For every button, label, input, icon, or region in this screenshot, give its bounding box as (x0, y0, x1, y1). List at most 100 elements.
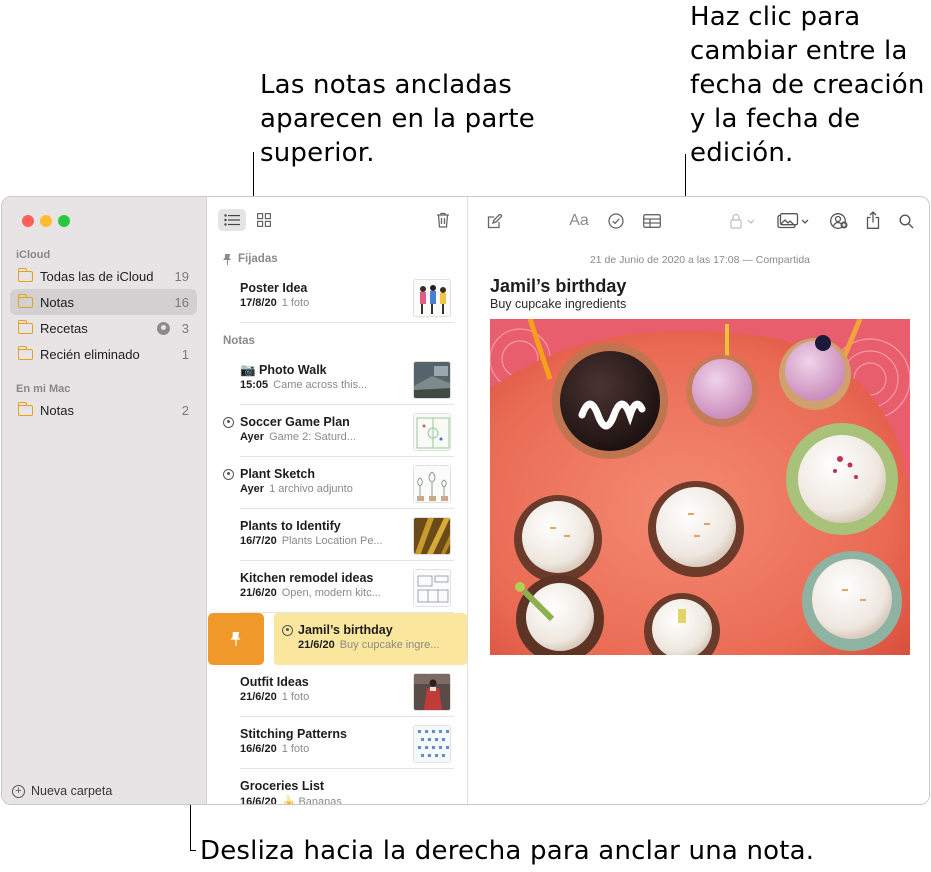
note-title: Outfit Ideas (240, 675, 309, 689)
note-preview: 1 archivo adjunto (269, 483, 353, 495)
note-thumbnail-kitchen (413, 569, 451, 607)
note-date: 16/7/20 (240, 535, 277, 547)
note-date: 16/6/20 (240, 796, 277, 805)
folder-icon (17, 293, 33, 308)
checkmark-circle-icon (608, 213, 624, 229)
note-row-photo-walk[interactable]: 📷 Photo Walk 15:05 Came across this... (208, 353, 468, 405)
note-title: Kitchen remodel ideas (240, 571, 374, 585)
folder-icon (17, 401, 33, 416)
note-row-stitching-patterns[interactable]: Stitching Patterns 16/6/20 1 foto (208, 717, 468, 769)
note-meta: 21/6/20 1 foto (240, 691, 309, 703)
sidebar-item-recetas[interactable]: Recetas 3 (10, 315, 197, 341)
list-view-button[interactable] (218, 209, 246, 231)
note-row-plant-sketch[interactable]: Plant Sketch Ayer 1 archivo adjunto (208, 457, 468, 509)
lock-note-button[interactable] (729, 212, 759, 230)
new-folder-label: Nueva carpeta (31, 784, 113, 798)
cupcake-raspberry (786, 423, 898, 535)
note-preview: Game 2: Saturd... (269, 431, 356, 443)
note-body-text[interactable]: Buy cupcake ingredients (490, 297, 626, 311)
shared-folder-icon (17, 319, 33, 334)
note-date: Ayer (240, 431, 265, 443)
folder-icon (17, 267, 33, 282)
note-title: Groceries List (240, 779, 325, 793)
pin-note-swipe-action[interactable] (208, 613, 264, 665)
search-button[interactable] (897, 212, 915, 230)
note-row-outfit-ideas[interactable]: Outfit Ideas 21/6/20 1 foto (208, 665, 468, 717)
callout-pinned-notes: Las notas ancladas aparecen en la parte … (260, 70, 535, 168)
compose-button[interactable] (485, 212, 503, 230)
format-button[interactable]: Aa (568, 211, 590, 231)
kitchen-plan-sketch (414, 570, 450, 606)
note-date: 21/6/20 (240, 691, 277, 703)
new-folder-button[interactable]: + Nueva carpeta (12, 784, 112, 798)
note-title: Poster Idea (240, 281, 308, 295)
note-title: Jamil’s birthday (298, 623, 393, 637)
note-date: 21/6/20 (240, 587, 277, 599)
sidebar-item-recently-deleted[interactable]: Recién eliminado 1 (10, 341, 197, 367)
pinned-section-header: Fijadas (223, 253, 278, 265)
notes-window: iCloud Todas las de iCloud 19 Notas 16 R… (1, 196, 930, 805)
sidebar-item-count: 16 (174, 294, 189, 310)
poster-illustration (414, 280, 450, 316)
sidebar-item-label: Recetas (40, 320, 88, 336)
cupcake-bottom-right (802, 551, 902, 651)
note-row-plants-to-identify[interactable]: Plants to Identify 16/7/20 Plants Locatio… (208, 509, 468, 561)
shared-note-icon (223, 469, 234, 480)
note-row-poster-idea[interactable]: Poster Idea 17/8/20 1 foto (208, 271, 468, 323)
note-row-kitchen-remodel[interactable]: Kitchen remodel ideas 21/6/20 Open, moder… (208, 561, 468, 613)
delete-button[interactable] (434, 211, 452, 229)
note-title: Soccer Game Plan (240, 415, 350, 429)
cupcake-center (648, 481, 744, 577)
sidebar-section-on-mac: En mi Mac (16, 383, 71, 395)
close-window-button[interactable] (22, 215, 34, 227)
note-date: 16/6/20 (240, 743, 277, 755)
share-icon (866, 211, 880, 229)
media-button[interactable] (776, 211, 812, 231)
trash-icon (437, 212, 449, 228)
cupcakes-photo (490, 319, 910, 655)
note-editor: Aa 21 de Junio de 2020 a las 17:08 — Com… (469, 197, 929, 804)
note-date: 21/6/20 (298, 639, 335, 651)
note-preview: Came across this... (273, 379, 368, 391)
table-button[interactable] (642, 212, 662, 230)
gallery-view-button[interactable] (256, 212, 272, 228)
zoom-window-button[interactable] (58, 215, 70, 227)
minimize-window-button[interactable] (40, 215, 52, 227)
pinned-section-label: Fijadas (238, 253, 278, 265)
callout-swipe-to-pin: Desliza hacia la derecha para anclar una… (200, 836, 815, 866)
collaborate-button[interactable] (829, 211, 849, 231)
checklist-button[interactable] (607, 212, 625, 230)
sidebar-item-count: 2 (181, 402, 189, 418)
share-button[interactable] (864, 209, 882, 231)
search-icon (898, 213, 913, 228)
row-divider (240, 322, 454, 323)
note-thumbnail-photo-walk (413, 361, 451, 399)
note-meta: 16/7/20 Plants Location Pe... (240, 535, 383, 547)
note-title: Plants to Identify (240, 519, 341, 533)
stitch-pattern-grid (414, 726, 450, 762)
sidebar-item-notas[interactable]: Notas 16 (10, 289, 197, 315)
sidebar-item-count: 1 (181, 346, 189, 362)
note-row-groceries-list[interactable]: Groceries List 16/6/20 🍌 Bananas (208, 769, 468, 805)
sidebar-item-mac-notas[interactable]: Notas 2 (10, 397, 197, 423)
cupcake-chocolate (552, 343, 668, 459)
note-preview: 1 foto (281, 743, 310, 755)
pin-icon (230, 632, 241, 646)
note-row-soccer-game-plan[interactable]: Soccer Game Plan Ayer Game 2: Saturd... (208, 405, 468, 457)
note-meta: 17/8/20 1 foto (240, 297, 309, 309)
note-thumbnail-plant-sketch (413, 465, 451, 503)
note-row-jamils-birthday[interactable]: Jamil’s birthday 21/6/20 Buy cupcake ingr… (274, 613, 467, 665)
note-photo-cupcakes[interactable] (490, 319, 910, 655)
note-title-heading[interactable]: Jamil’s birthday (490, 276, 626, 297)
note-list: Fijadas Poster Idea 17/8/20 1 foto Notas … (208, 197, 468, 804)
note-preview: Open, modern kitc... (281, 587, 381, 599)
lock-icon (730, 213, 755, 229)
note-date: Ayer (240, 483, 265, 495)
list-view-icon (224, 214, 240, 226)
note-thumbnail-outfit (413, 673, 451, 711)
note-thumbnail-poster (413, 279, 451, 317)
cupcake-pink-1 (686, 355, 758, 427)
outfit-photo (414, 674, 450, 710)
note-date-toggle[interactable]: 21 de Junio de 2020 a las 17:08 — Compar… (469, 254, 929, 266)
sidebar-item-all-icloud[interactable]: Todas las de iCloud 19 (10, 263, 197, 289)
